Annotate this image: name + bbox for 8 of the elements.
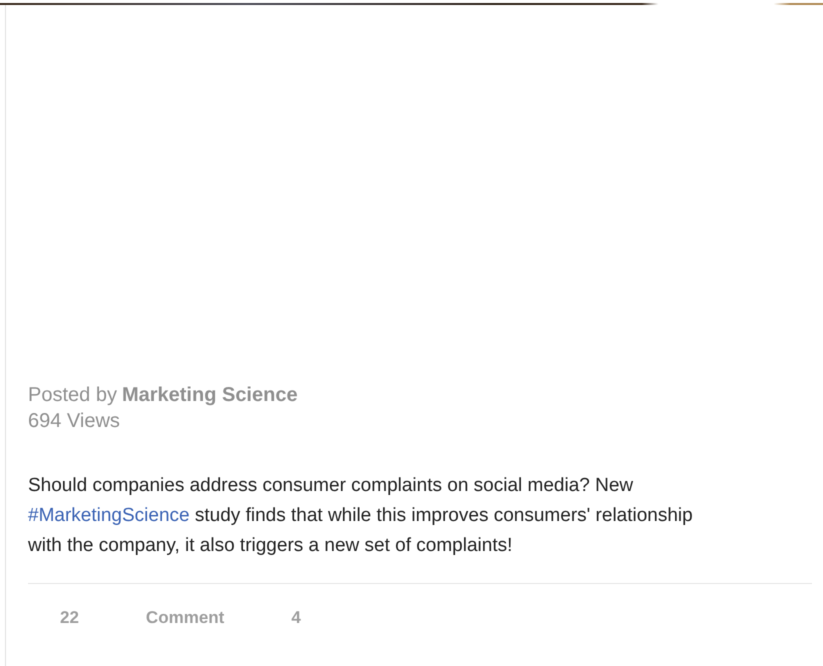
action-label[interactable]: Comment [146, 608, 224, 628]
author-name[interactable]: Marketing Science [122, 384, 298, 407]
post-text: Should companies address consumer complaints on social media? New #MarketingScience study finds that while this improves consumers' relationship with the company, it also triggers a new set of complaints! [28, 474, 694, 558]
action-label[interactable]: 22 [60, 608, 79, 628]
posted-by-label: Posted by [28, 384, 117, 407]
view-count: 694 Views [28, 410, 120, 433]
hashtag-link[interactable]: #MarketingScience [28, 505, 190, 526]
action-label[interactable]: 4 [291, 608, 301, 628]
